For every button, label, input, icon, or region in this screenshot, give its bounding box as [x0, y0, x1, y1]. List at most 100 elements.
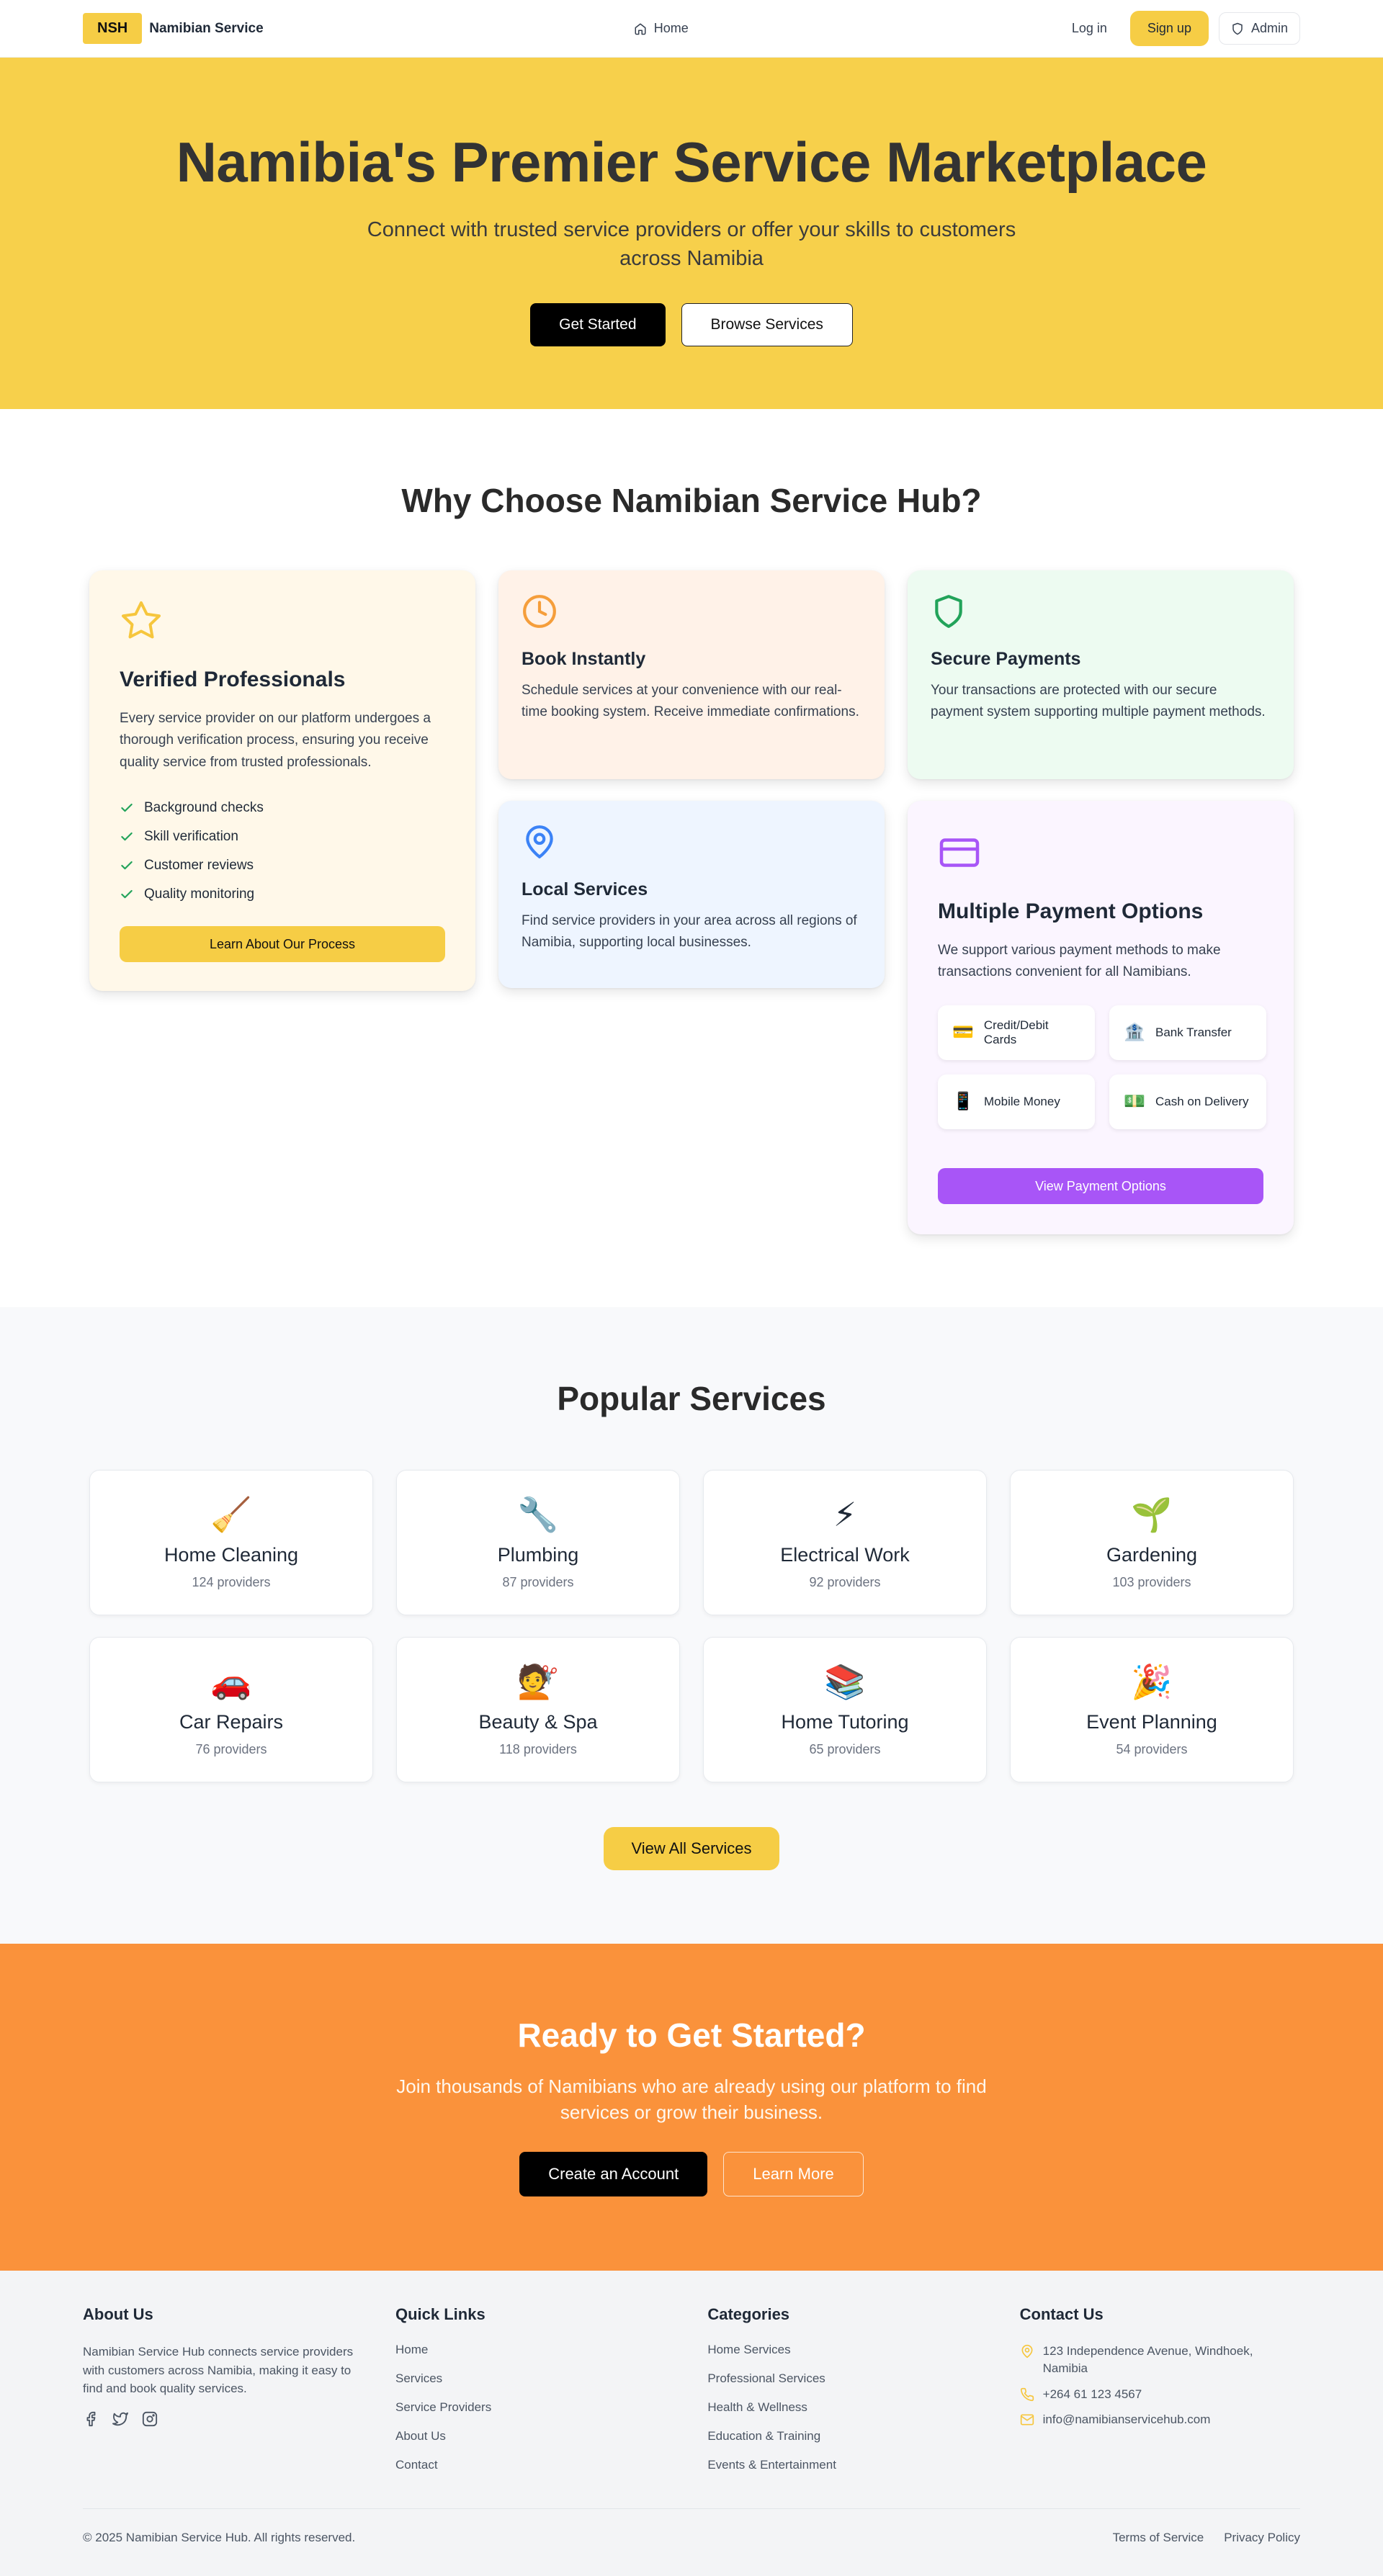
- mail-icon: [1020, 2414, 1034, 2425]
- service-name: Home Cleaning: [164, 1544, 299, 1566]
- secure-title: Secure Payments: [931, 649, 1081, 669]
- footer-about-title: About Us: [83, 2305, 153, 2323]
- service-name: Beauty & Spa: [478, 1711, 598, 1733]
- provider-count: 103 providers: [1112, 1575, 1191, 1589]
- verified-title: Verified Professionals: [120, 668, 346, 691]
- instagram-icon[interactable]: [142, 2411, 158, 2431]
- provider-count: 92 providers: [809, 1575, 881, 1589]
- payment-method-label: Mobile Money: [984, 1094, 1060, 1108]
- learn-process-button[interactable]: Learn About Our Process: [120, 926, 445, 963]
- browse-services-button[interactable]: Browse Services: [681, 303, 853, 347]
- admin-button[interactable]: Admin: [1218, 12, 1300, 45]
- admin-label: Admin: [1250, 21, 1288, 35]
- book-instantly-card: Book Instantly Schedule services at your…: [498, 570, 885, 779]
- terms-link[interactable]: Terms of Service: [1113, 2531, 1204, 2545]
- clock-icon: [523, 595, 556, 628]
- contact-phone: +264 61 123 4567: [1020, 2386, 1300, 2403]
- email-link[interactable]: info@namibianservicehub.com: [1043, 2411, 1211, 2428]
- credit-card-emoji-icon: 💳: [952, 1023, 974, 1043]
- footer-link-home[interactable]: Home: [395, 2343, 428, 2356]
- home-icon: [635, 23, 646, 35]
- hero-subtitle: Connect with trusted service providers o…: [367, 218, 1016, 271]
- payment-methods: 💳 Credit/Debit Cards 🏦 Bank Transfer 📱 M…: [938, 1005, 1266, 1129]
- service-name: Gardening: [1106, 1544, 1198, 1566]
- brand-link[interactable]: NSH Namibian Service: [83, 13, 264, 44]
- footer-category-health[interactable]: Health & Wellness: [707, 2400, 807, 2414]
- books-icon: 📚: [824, 1663, 866, 1700]
- cta-subtitle: Join thousands of Namibians who are alre…: [396, 2075, 987, 2124]
- contact-list: 123 Independence Avenue, Windhoek, Namib…: [1020, 2343, 1300, 2428]
- login-button[interactable]: Log in: [1059, 14, 1120, 43]
- service-card-plumbing[interactable]: 🔧 Plumbing 87 providers: [396, 1470, 680, 1615]
- contact-address: 123 Independence Avenue, Windhoek, Namib…: [1020, 2343, 1300, 2377]
- cta-actions: Create an Account Learn More: [0, 2151, 1383, 2196]
- local-description: Find service providers in your area acro…: [522, 913, 857, 951]
- categories-list: Home Services Professional Services Heal…: [707, 2343, 988, 2487]
- local-title: Local Services: [522, 879, 648, 899]
- service-card-home-tutoring[interactable]: 📚 Home Tutoring 65 providers: [703, 1637, 987, 1782]
- payment-method-label: Bank Transfer: [1155, 1025, 1232, 1039]
- create-account-button[interactable]: Create an Account: [519, 2151, 708, 2196]
- list-item: Background checks: [120, 794, 445, 822]
- contact-email: info@namibianservicehub.com: [1020, 2411, 1300, 2428]
- privacy-link[interactable]: Privacy Policy: [1224, 2531, 1300, 2545]
- map-pin-icon: [1021, 2344, 1033, 2359]
- footer-link-service-providers[interactable]: Service Providers: [395, 2400, 491, 2414]
- footer-link-contact[interactable]: Contact: [395, 2458, 438, 2472]
- verified-description: Every service provider on our platform u…: [120, 711, 431, 770]
- check-icon: [121, 804, 133, 812]
- provider-count: 124 providers: [192, 1575, 271, 1589]
- twitter-icon[interactable]: [112, 2411, 129, 2431]
- payment-method-card: 💳 Credit/Debit Cards: [938, 1005, 1095, 1060]
- shield-icon: [1232, 22, 1243, 35]
- facebook-icon[interactable]: [83, 2411, 99, 2431]
- learn-more-button[interactable]: Learn More: [723, 2151, 864, 2196]
- hero-title: Namibia's Premier Service Marketplace: [176, 130, 1207, 194]
- service-card-beauty-spa[interactable]: 💇 Beauty & Spa 118 providers: [396, 1637, 680, 1782]
- footer-bottom-bar: © 2025 Namibian Service Hub. All rights …: [83, 2508, 1300, 2545]
- nav-home-link[interactable]: Home: [634, 21, 689, 36]
- footer-category-education[interactable]: Education & Training: [707, 2429, 820, 2443]
- service-name: Plumbing: [497, 1544, 579, 1566]
- service-card-home-cleaning[interactable]: 🧹 Home Cleaning 124 providers: [89, 1470, 373, 1615]
- footer-about: About Us Namibian Service Hub connects s…: [83, 2305, 364, 2487]
- feature-grid: Verified Professionals Every service pro…: [89, 570, 1294, 1234]
- payment-method-bank: 🏦 Bank Transfer: [1109, 1005, 1266, 1060]
- check-icon: [121, 861, 133, 870]
- secure-description: Your transactions are protected with our…: [931, 683, 1266, 720]
- provider-count: 87 providers: [502, 1575, 574, 1589]
- view-all-services-button[interactable]: View All Services: [604, 1827, 779, 1870]
- service-card-gardening[interactable]: 🌱 Gardening 103 providers: [1010, 1470, 1294, 1615]
- payment-method-mobile: 📱 Mobile Money: [938, 1074, 1095, 1129]
- service-card-electrical[interactable]: ⚡ Electrical Work 92 providers: [703, 1470, 987, 1615]
- signup-button[interactable]: Sign up: [1129, 11, 1209, 46]
- view-payment-options-button[interactable]: View Payment Options: [938, 1167, 1263, 1204]
- footer-category-events[interactable]: Events & Entertainment: [707, 2458, 836, 2472]
- payment-method-label: Credit/Debit Cards: [983, 1018, 1049, 1046]
- cash-icon: 💵: [1124, 1092, 1145, 1112]
- book-description: Schedule services at your convenience wi…: [522, 683, 859, 720]
- footer-columns: About Us Namibian Service Hub connects s…: [83, 2305, 1300, 2487]
- footer-category-professional[interactable]: Professional Services: [707, 2371, 825, 2385]
- get-started-button[interactable]: Get Started: [530, 303, 666, 347]
- footer-quick-links: Quick Links Home Services Service Provid…: [395, 2305, 676, 2487]
- bank-icon: 🏦: [1124, 1023, 1145, 1043]
- payment-title: Multiple Payment Options: [938, 899, 1204, 923]
- service-name: Home Tutoring: [781, 1711, 909, 1733]
- payment-method-cash: 💵 Cash on Delivery: [1109, 1074, 1266, 1129]
- local-services-card: Local Services Find service providers in…: [498, 801, 885, 988]
- footer-link-about[interactable]: About Us: [395, 2429, 446, 2443]
- footer-category-home-services[interactable]: Home Services: [707, 2343, 790, 2356]
- brand-name: Namibian Service: [149, 20, 264, 36]
- payment-description: We support various payment methods to ma…: [938, 943, 1221, 980]
- service-card-event-planning[interactable]: 🎉 Event Planning 54 providers: [1010, 1637, 1294, 1782]
- categories-title: Categories: [707, 2305, 790, 2323]
- check-label: Customer reviews: [144, 858, 254, 874]
- shield-icon: [935, 595, 962, 628]
- footer-link-services[interactable]: Services: [395, 2371, 442, 2385]
- footer-categories: Categories Home Services Professional Se…: [707, 2305, 988, 2487]
- hero-actions: Get Started Browse Services: [0, 303, 1383, 347]
- service-card-car-repairs[interactable]: 🚗 Car Repairs 76 providers: [89, 1637, 373, 1782]
- list-item: Customer reviews: [120, 851, 445, 880]
- address-text: 123 Independence Avenue, Windhoek, Namib…: [1042, 2344, 1253, 2375]
